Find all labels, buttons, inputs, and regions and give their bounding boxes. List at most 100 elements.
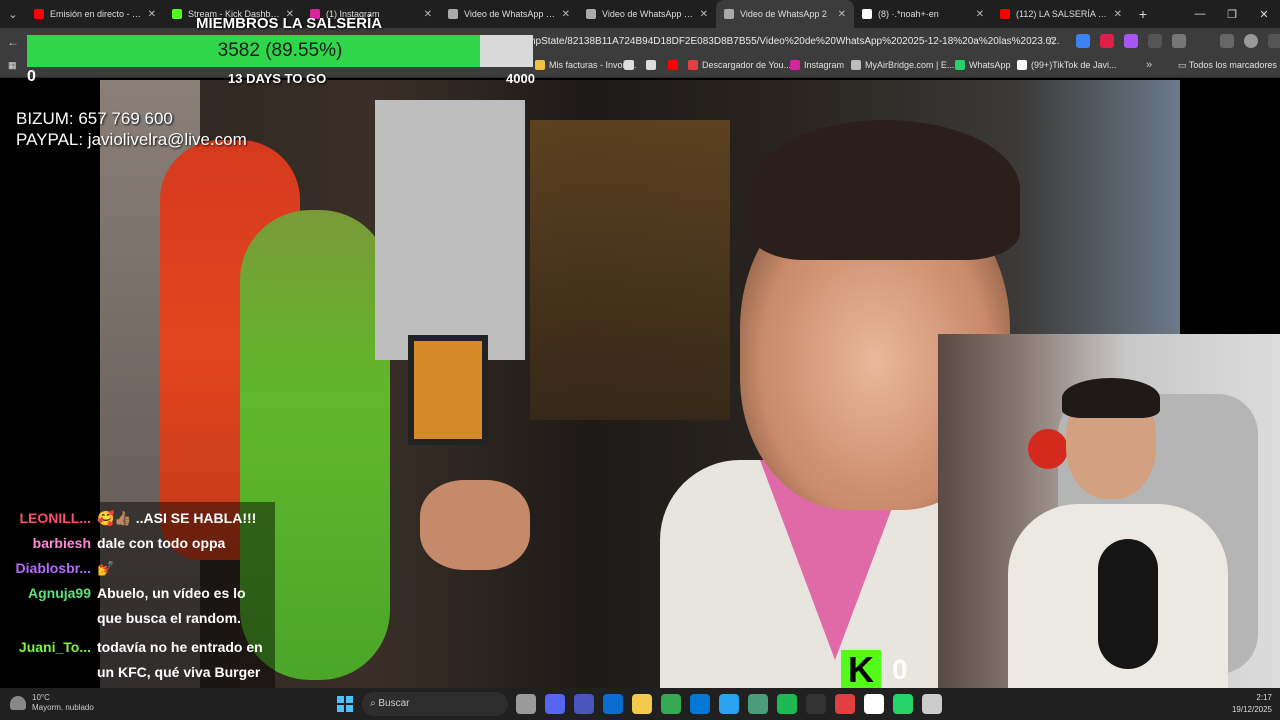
bookmark-item[interactable]: [668, 60, 678, 70]
minimize-icon[interactable]: —: [1184, 8, 1216, 21]
tab-favicon-icon: [724, 9, 734, 19]
extensions-row: [1076, 34, 1280, 48]
webcam-microphone: [1098, 539, 1158, 669]
bookmark-item[interactable]: WhatsApp: [955, 60, 1011, 70]
taskbar-app-icon[interactable]: [661, 694, 681, 714]
video-shelf: [530, 120, 730, 420]
chat-username[interactable]: barbiesh: [6, 535, 97, 552]
bookmark-favicon-icon: [668, 60, 678, 70]
chat-username[interactable]: LEONILL...: [6, 510, 97, 527]
extension-icon[interactable]: [1100, 34, 1114, 48]
windows-taskbar: 10°C Mayorm. nublado ⌕ Buscar 2:17 19/12…: [0, 688, 1280, 720]
start-windows-icon[interactable]: [337, 696, 353, 712]
bookmarks-folder[interactable]: ▭ Todos los marcadores: [1178, 60, 1277, 71]
chat-username[interactable]: Diablosbr...: [6, 560, 97, 577]
video-person-hand: [420, 480, 530, 570]
paypal-line: PAYPAL: javiolivelra@live.com: [16, 130, 247, 149]
address-bar[interactable]: npState/82138B11A724B94D18DF2E083D8B7B55…: [530, 33, 1060, 51]
apps-grid-icon[interactable]: ▦: [8, 60, 17, 71]
back-icon[interactable]: ←: [0, 35, 26, 49]
media-icon[interactable]: [1220, 34, 1234, 48]
webcam-person-hair: [1062, 378, 1160, 418]
chat-text: Abuelo, un vídeo es lo que busca el rand…: [97, 585, 246, 626]
cloud-icon: [10, 696, 26, 710]
new-tab-button[interactable]: +: [1130, 6, 1156, 22]
maximize-icon[interactable]: ❐: [1216, 8, 1248, 21]
close-window-icon[interactable]: ✕: [1248, 8, 1280, 21]
tab-close-icon[interactable]: ✕: [976, 9, 984, 20]
tab-close-icon[interactable]: ✕: [1114, 9, 1122, 20]
window-controls: — ❐ ✕: [1184, 8, 1280, 21]
taskbar-app-icon[interactable]: [777, 694, 797, 714]
taskbar-search[interactable]: ⌕ Buscar: [362, 692, 508, 716]
tab-favicon-icon: [448, 9, 458, 19]
bookmark-item[interactable]: [646, 60, 656, 70]
taskbar-apps: [516, 694, 942, 714]
system-clock[interactable]: 2:17 19/12/2025: [1200, 692, 1272, 716]
taskbar-app-icon[interactable]: [719, 694, 739, 714]
tab-close-icon[interactable]: ✕: [424, 9, 432, 20]
bookmark-item[interactable]: Mis facturas - Invoic...: [535, 60, 637, 70]
chat-text: 🥰👍🏽 ..ASI SE HABLA!!!: [97, 510, 257, 526]
tab-search-icon[interactable]: ⌄: [0, 0, 26, 28]
taskbar-app-icon[interactable]: [632, 694, 652, 714]
taskbar-app-icon[interactable]: [690, 694, 710, 714]
taskbar-app-icon[interactable]: [545, 694, 565, 714]
bookmark-item[interactable]: (99+)TikTok de Javi...: [1017, 60, 1116, 70]
goal-title: MIEMBROS LA SALSERÍA: [196, 15, 383, 32]
extensions-puzzle-icon[interactable]: [1172, 34, 1186, 48]
tab-title: Video de WhatsApp 2: [740, 9, 827, 19]
taskbar-app-icon[interactable]: [922, 694, 942, 714]
browser-tab[interactable]: Video de WhatsApp 2025 ✕: [440, 0, 578, 28]
bookmark-star-icon[interactable]: ☆: [1046, 34, 1057, 48]
chat-username[interactable]: Agnuja99: [6, 585, 97, 631]
tab-close-icon[interactable]: ✕: [700, 9, 708, 20]
taskbar-app-icon[interactable]: [603, 694, 623, 714]
weather-desc: Mayorm. nublado: [32, 703, 94, 712]
menu-dots-icon[interactable]: [1268, 34, 1280, 48]
taskbar-app-icon[interactable]: [574, 694, 594, 714]
browser-tab[interactable]: Emisión en directo - YouTube ✕: [26, 0, 164, 28]
bookmark-item[interactable]: Instagram: [790, 60, 844, 70]
browser-tab[interactable]: Video de WhatsApp 2 ✕: [716, 0, 854, 28]
kick-logo: K: [841, 650, 881, 690]
browser-tab-strip: ⌄ Emisión en directo - YouTube✕Stream - …: [0, 0, 1280, 28]
chat-overlay: LEONILL... 🥰👍🏽 ..ASI SE HABLA!!! barbiesh d…: [0, 502, 275, 705]
tab-close-icon[interactable]: ✕: [148, 9, 156, 20]
bookmark-item[interactable]: MyAirBridge.com | E...: [851, 60, 954, 70]
more-bookmarks-icon[interactable]: »: [1146, 59, 1152, 71]
taskbar-app-icon[interactable]: [748, 694, 768, 714]
goal-progress-bar: 3582 (89.55%): [27, 35, 533, 67]
bookmark-label: (99+)TikTok de Javi...: [1031, 60, 1117, 70]
taskbar-app-icon[interactable]: [806, 694, 826, 714]
tab-favicon-icon: [172, 9, 182, 19]
taskbar-app-icon[interactable]: [516, 694, 536, 714]
weather-widget[interactable]: 10°C Mayorm. nublado: [10, 693, 94, 713]
tab-favicon-icon: [862, 9, 872, 19]
taskbar-app-icon[interactable]: [835, 694, 855, 714]
extension-icon[interactable]: [1148, 34, 1162, 48]
video-lightbox: [408, 335, 488, 445]
tab-close-icon[interactable]: ✕: [562, 9, 570, 20]
bookmark-item[interactable]: Descargador de You...: [688, 60, 791, 70]
webcam-overlay: [938, 334, 1280, 688]
browser-tab[interactable]: (112) LA SALSERÍA THEME ✕: [992, 0, 1130, 28]
bookmark-item[interactable]: [624, 60, 634, 70]
tab-title: (112) LA SALSERÍA THEME: [1016, 9, 1108, 19]
weather-text: 10°C Mayorm. nublado: [32, 693, 94, 713]
extension-icon[interactable]: [1076, 34, 1090, 48]
tab-title: Emisión en directo - YouTube: [50, 9, 142, 19]
tab-favicon-icon: [586, 9, 596, 19]
taskbar-app-icon[interactable]: [864, 694, 884, 714]
taskbar-app-icon[interactable]: [893, 694, 913, 714]
browser-tab[interactable]: (8) ·.*noah+·en ✕: [854, 0, 992, 28]
bookmark-favicon-icon: [1017, 60, 1027, 70]
bookmark-favicon-icon: [535, 60, 545, 70]
profile-avatar[interactable]: [1244, 34, 1258, 48]
extension-icon[interactable]: [1124, 34, 1138, 48]
browser-tab[interactable]: Video de WhatsApp 2025 ✕: [578, 0, 716, 28]
tab-close-icon[interactable]: ✕: [838, 9, 846, 20]
donation-info: BIZUM: 657 769 600 PAYPAL: javiolivelra@…: [16, 108, 247, 150]
tab-favicon-icon: [1000, 9, 1010, 19]
bookmark-favicon-icon: [646, 60, 656, 70]
